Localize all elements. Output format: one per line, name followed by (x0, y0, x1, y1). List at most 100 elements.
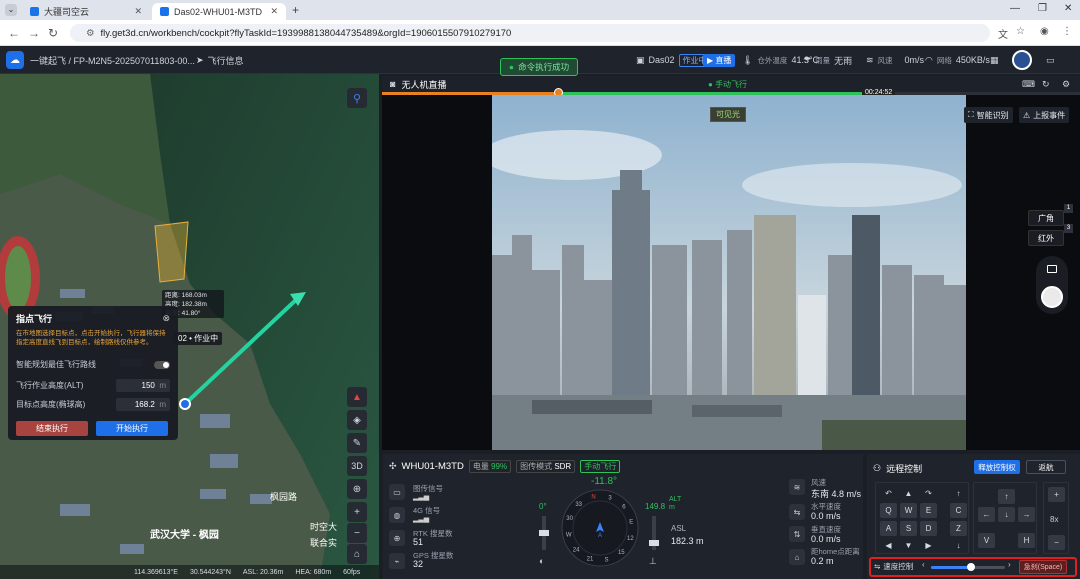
draw-icon[interactable]: ✎ (347, 433, 367, 453)
compass-mark: S (604, 557, 608, 563)
3d-toggle-button[interactable]: 3D (347, 456, 367, 476)
wind-indicator: ≋ 风速 0m/s (866, 54, 925, 66)
rotate-right-icon[interactable]: ↷ (920, 486, 937, 501)
key-z[interactable]: Z (950, 521, 967, 536)
browser-tab-1[interactable]: 大疆司空云 ✕ (22, 3, 150, 20)
key-s[interactable]: S (900, 521, 917, 536)
lens-ir-button[interactable]: 红外 (1028, 230, 1064, 246)
gimbal-down-icon[interactable]: ↓ (998, 507, 1015, 522)
flight-info-button[interactable]: ➤ 飞行信息 (196, 46, 244, 74)
refresh-icon[interactable]: ↻ (1042, 79, 1050, 90)
site-info-icon[interactable]: ⚙ (86, 28, 95, 39)
speed-decrease-icon[interactable]: ‹ (922, 560, 925, 569)
up-arrow-icon[interactable]: ▲ (900, 486, 917, 501)
layers-icon[interactable]: ◈ (347, 410, 367, 430)
browser-tab-2[interactable]: Das02-WHU01-M3TD ✕ (152, 3, 286, 20)
speed-icon: ⇋ (874, 562, 881, 571)
key-w[interactable]: W (900, 503, 917, 518)
grid-menu-icon[interactable]: ▦ (990, 46, 999, 74)
key-c[interactable]: C (950, 503, 967, 518)
browser-tab-bar: 大疆司空云 ✕ Das02-WHU01-M3TD ✕ + ⌄ — ❐ ✕ (0, 0, 1080, 20)
back-icon[interactable]: ← (8, 26, 20, 40)
vspeed-value: 0.0 m/s (811, 534, 841, 544)
smart-detect-button[interactable]: ⛶ 智能识别 (964, 107, 1013, 123)
map-type-icon[interactable]: ⌂ (347, 544, 367, 564)
close-window-icon[interactable]: ✕ (1064, 3, 1072, 14)
drone-marker-icon (179, 398, 191, 410)
emergency-brake-button[interactable]: 急刹(Space) (1019, 560, 1067, 574)
rotate-left-icon[interactable]: ↶ (880, 486, 897, 501)
right-arrow-icon[interactable]: ▶ (920, 538, 937, 553)
close-icon[interactable]: ✕ (270, 6, 278, 17)
zoom-out-icon[interactable]: − (347, 523, 367, 543)
alt-input[interactable]: 150 m (116, 379, 170, 392)
check-circle-icon: ● (508, 62, 515, 72)
down-arrow-icon[interactable]: ▼ (900, 538, 917, 553)
keypad-left: ↶ ▲ ↷ ↑ Q W E A S D C Z ◀ ▼ ▶ ↓ (875, 482, 969, 554)
avatar[interactable] (1012, 50, 1032, 70)
tab-title: Das02-WHU01-M3TD (174, 6, 263, 17)
key-e[interactable]: E (920, 503, 937, 518)
zoom-in-icon[interactable]: + (347, 502, 367, 522)
map-status-bar: 114.369613°E 30.544243°N ASL: 20.36m HEA… (0, 565, 379, 579)
forward-icon[interactable]: → (28, 26, 40, 40)
key-h[interactable]: H (1018, 533, 1035, 548)
settings-icon[interactable]: ▭ (1046, 46, 1055, 74)
keyboard-icon[interactable]: ⌨ (1022, 79, 1035, 90)
compass-mark: W (566, 533, 572, 539)
descend-arrow-icon[interactable]: ↓ (950, 538, 967, 553)
smart-route-toggle[interactable] (154, 360, 170, 369)
camera-control-pill (1036, 256, 1068, 314)
tab-search-icon[interactable]: ⌄ (5, 4, 17, 16)
zoom-plus-icon[interactable]: + (1048, 487, 1065, 502)
close-icon[interactable]: ✕ (134, 6, 142, 17)
telemetry-panel: ✣ WHU01-M3TD 电量 99% 图传模式 SDR 手动飞行 ▭ 图传信号… (383, 454, 863, 579)
shutter-button[interactable] (1041, 286, 1063, 308)
key-d[interactable]: D (920, 521, 937, 536)
asl-value: 182.3 m (671, 536, 704, 546)
location-pin-icon[interactable]: ⚲ (347, 88, 367, 108)
settings-gear-icon[interactable]: ⚙ (1062, 79, 1070, 90)
lens-wide-button[interactable]: 广角 (1028, 210, 1064, 226)
tab-favicon-icon (30, 7, 39, 16)
bookmark-star-icon[interactable]: ☆ (1016, 26, 1025, 37)
maximize-icon[interactable]: ❐ (1038, 3, 1047, 14)
translate-icon[interactable]: 文 (998, 26, 1008, 41)
video-mode-icon[interactable] (1047, 265, 1057, 273)
key-v[interactable]: V (978, 533, 995, 548)
new-tab-button[interactable]: + (292, 3, 299, 17)
zoom-minus-icon[interactable]: − (1048, 535, 1065, 550)
signal-bars-icon: ▂▃▅ (413, 494, 430, 501)
zoom-pad: + 8x − (1043, 482, 1069, 554)
end-execution-button[interactable]: 结束执行 (16, 421, 88, 436)
browser-menu-icon[interactable]: ⋮ (1062, 26, 1072, 37)
start-execution-button[interactable]: 开始执行 (96, 421, 168, 436)
left-arrow-icon[interactable]: ◀ (880, 538, 897, 553)
url-field[interactable]: ⚙ fly.get3d.cn/workbench/cockpit?flyTask… (70, 24, 990, 42)
key-a[interactable]: A (880, 521, 897, 536)
release-control-button[interactable]: 释放控制权 (974, 460, 1020, 474)
gimbal-up-icon[interactable]: ↑ (998, 489, 1015, 504)
horizontal-speed-icon: ⇆ (789, 504, 805, 520)
compass-icon[interactable]: ▲ (347, 387, 367, 407)
speed-increase-icon[interactable]: › (1008, 560, 1011, 569)
key-q[interactable]: Q (880, 503, 897, 518)
scan-icon: ⛶ (968, 110, 974, 119)
report-event-button[interactable]: ⚠ 上报事件 (1019, 107, 1070, 123)
return-home-button[interactable]: 返航 (1026, 460, 1066, 474)
target-alt-input[interactable]: 168.2 m (116, 398, 170, 411)
speed-slider-handle[interactable] (967, 563, 975, 571)
app-logo-icon[interactable]: ☁ (6, 51, 24, 69)
gimbal-left-icon[interactable]: ← (978, 507, 995, 522)
close-icon[interactable]: ⊗ (162, 313, 170, 324)
reload-icon[interactable]: ↻ (48, 26, 58, 40)
locate-icon[interactable]: ⊕ (347, 479, 367, 499)
smart-route-label: 智能规划最佳飞行路线 (16, 360, 96, 369)
asl-label: ASL (671, 524, 687, 533)
ascend-arrow-icon[interactable]: ↑ (950, 486, 967, 501)
poi-label: 联合实 (310, 538, 338, 548)
minimize-icon[interactable]: — (1010, 3, 1020, 14)
gimbal-right-icon[interactable]: → (1018, 507, 1035, 522)
live-button[interactable]: ▶ 直播 (703, 46, 736, 74)
profile-icon[interactable]: ◉ (1040, 26, 1049, 37)
